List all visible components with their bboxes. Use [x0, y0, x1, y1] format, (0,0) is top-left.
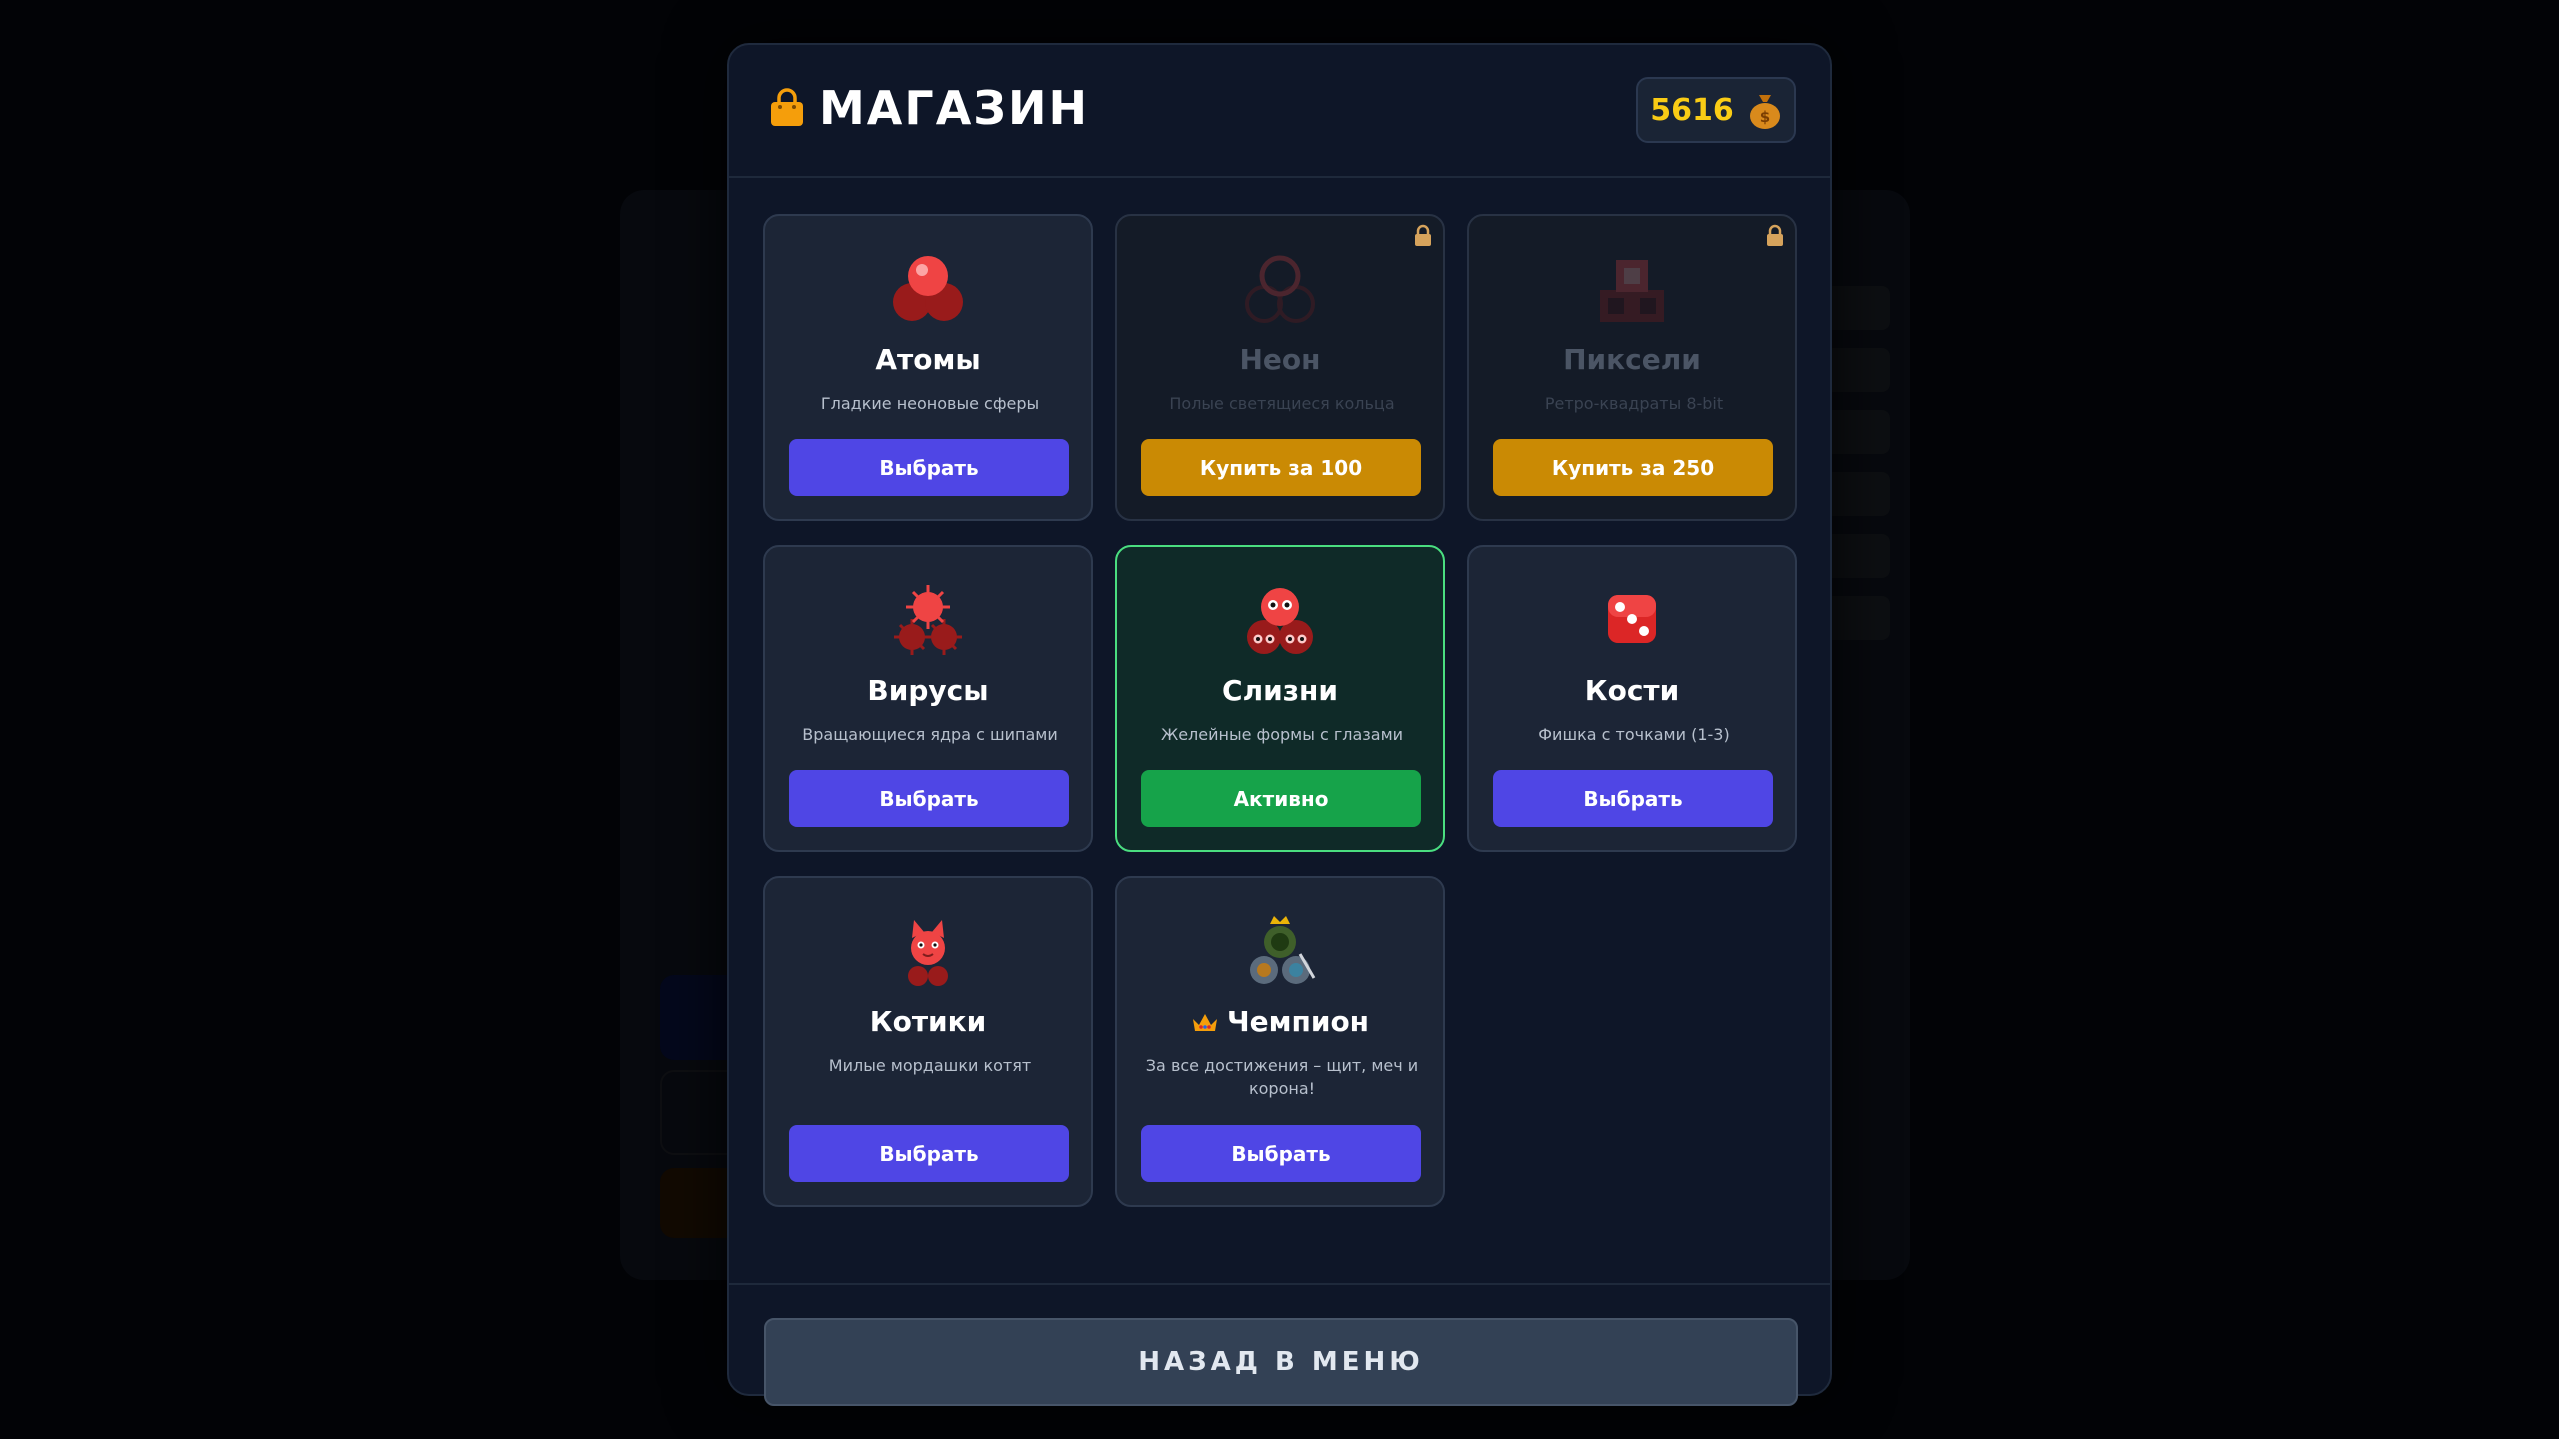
champion-icon	[1250, 916, 1316, 984]
select-button[interactable]: Выбрать	[789, 1125, 1069, 1182]
shop-header: МАГАЗИН 5616 $	[729, 45, 1830, 178]
skin-description: Вращающиеся ядра с шипами	[802, 725, 1058, 744]
skin-name-text: Чемпион	[1226, 1005, 1370, 1038]
page-title: МАГАЗИН	[819, 81, 1089, 135]
skin-name: Котики	[869, 1005, 987, 1038]
skin-description: Фишка с точками (1-3)	[1538, 725, 1730, 744]
pixels-icon	[1600, 260, 1664, 322]
select-button[interactable]: Выбрать	[789, 770, 1069, 827]
crown-icon	[1192, 1014, 1217, 1031]
skin-description: Гладкие неоновые сферы	[820, 394, 1040, 413]
coins-value: 5616	[1650, 92, 1734, 128]
skin-description: Милые мордашки котят	[828, 1056, 1032, 1075]
skin-card-atoms: Атомы Гладкие неоновые сферы Выбрать	[763, 214, 1093, 521]
shop-modal: МАГАЗИН 5616 $ Атомы Гладкие неоновые сф…	[727, 43, 1832, 1406]
skin-name: Кости	[1584, 674, 1680, 707]
skin-description: Полые светящиеся кольца	[1169, 394, 1395, 413]
buy-button[interactable]: Купить за 250	[1493, 439, 1773, 496]
skin-description: Желейные формы с глазами	[1160, 725, 1404, 744]
skin-name: Пиксели	[1563, 343, 1701, 376]
cat-icon	[908, 920, 948, 986]
dice-icon	[1608, 595, 1656, 643]
skin-card-champion: Чемпион За все достижения – щит, меч и к…	[1115, 876, 1445, 1207]
skin-name: Слизни	[1222, 674, 1338, 707]
skin-card-pixels: Пиксели Ретро-квадраты 8-bit Купить за 2…	[1467, 214, 1797, 521]
skin-card-neon: Неон Полые светящиеся кольца Купить за 1…	[1115, 214, 1445, 521]
lock-icon	[1415, 224, 1431, 246]
select-button[interactable]: Выбрать	[1141, 1125, 1421, 1182]
skin-card-cats: Котики Милые мордашки котят Выбрать	[763, 876, 1093, 1207]
skin-name: Атомы	[875, 343, 981, 376]
virus-icon	[894, 585, 962, 655]
skin-card-slimes: Слизни Желейные формы с глазами Активно	[1115, 545, 1445, 852]
buy-button[interactable]: Купить за 100	[1141, 439, 1421, 496]
select-button[interactable]: Выбрать	[1493, 770, 1773, 827]
skin-name: Вирусы	[867, 674, 989, 707]
skin-card-dice: Кости Фишка с точками (1-3) Выбрать	[1467, 545, 1797, 852]
shopping-bag-icon	[771, 88, 803, 126]
coins-balance: 5616 $	[1636, 77, 1796, 143]
skin-name: Чемпион	[1117, 1005, 1443, 1038]
skin-description: Ретро-квадраты 8-bit	[1544, 394, 1724, 413]
atoms-icon	[893, 256, 963, 321]
footer-divider	[729, 1283, 1830, 1285]
slime-icon	[1247, 588, 1313, 654]
svg-text:$: $	[1760, 108, 1770, 126]
skin-card-viruses: Вирусы Вращающиеся ядра с шипами Выбрать	[763, 545, 1093, 852]
select-button[interactable]: Выбрать	[789, 439, 1069, 496]
active-button[interactable]: Активно	[1141, 770, 1421, 827]
back-to-menu-button[interactable]: НАЗАД В МЕНЮ	[764, 1318, 1798, 1406]
title-wrap: МАГАЗИН	[769, 85, 1089, 131]
skin-name: Неон	[1239, 343, 1321, 376]
skin-description: За все достижения – щит, меч и корона!	[1145, 1056, 1419, 1098]
neon-rings-icon	[1245, 255, 1315, 323]
money-bag-icon: $	[1749, 95, 1780, 129]
lock-icon	[1767, 224, 1783, 246]
